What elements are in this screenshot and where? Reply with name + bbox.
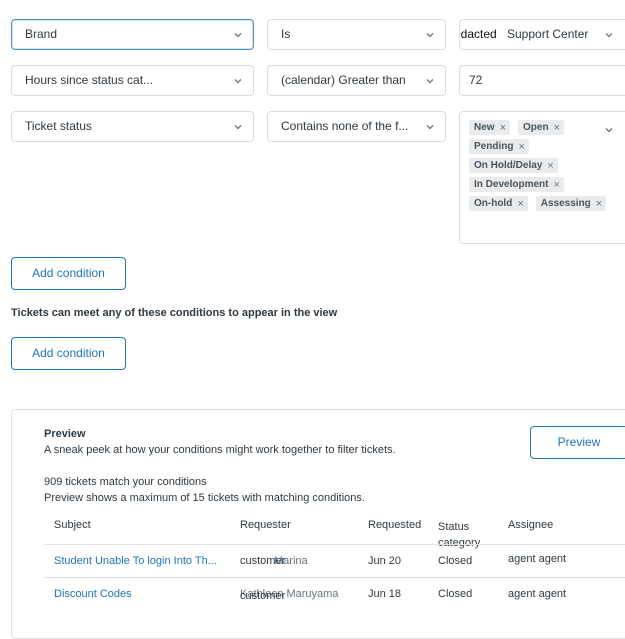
value-prefix: redacted bbox=[460, 27, 497, 41]
tag-pending: Pending × bbox=[469, 139, 529, 154]
remove-tag-icon[interactable]: × bbox=[517, 198, 523, 210]
tag-assessing: Assessing × bbox=[535, 196, 607, 211]
chevron-down-icon bbox=[604, 30, 614, 40]
condition-2-operator-select[interactable]: (calendar) Greater than bbox=[267, 65, 446, 96]
col-requester[interactable]: Requester bbox=[240, 519, 291, 531]
condition-2-operator-value: (calendar) Greater than bbox=[281, 73, 406, 87]
condition-1-value: Support Center bbox=[507, 27, 589, 41]
col-status-category[interactable]: Status category bbox=[438, 519, 498, 551]
any-conditions-heading: Tickets can meet any of these conditions… bbox=[11, 307, 338, 319]
header-divider bbox=[44, 544, 625, 545]
tag-on-hold-delay: On Hold/Delay × bbox=[469, 158, 558, 173]
condition-3-operator-value: Contains none of the f... bbox=[281, 119, 409, 133]
col-subject[interactable]: Subject bbox=[54, 519, 91, 531]
condition-1-operator-value: Is bbox=[281, 27, 291, 41]
condition-1-field-value: Brand bbox=[25, 27, 58, 41]
preview-button[interactable]: Preview bbox=[530, 426, 625, 459]
condition-2-value: 72 bbox=[469, 73, 483, 87]
row-1-subject[interactable]: Student Unable To login Into Th... bbox=[54, 555, 217, 567]
tag-open: Open × bbox=[518, 120, 564, 135]
row-divider bbox=[44, 577, 625, 578]
status-tags: New × Open × Pending × On Hold/Delay × In De… bbox=[469, 120, 619, 215]
condition-2-value-input[interactable]: 72 bbox=[459, 65, 625, 96]
chevron-down-icon bbox=[425, 76, 435, 86]
row-1-requested: Jun 20 bbox=[368, 555, 402, 567]
condition-3-operator-select[interactable]: Contains none of the f... bbox=[267, 111, 446, 142]
tag-new: New × bbox=[469, 120, 510, 135]
row-2-requester: customer bbox=[240, 590, 286, 602]
preview-title: Preview bbox=[44, 428, 86, 440]
remove-tag-icon[interactable]: × bbox=[554, 122, 560, 134]
condition-3-value-multiselect[interactable]: New × Open × Pending × On Hold/Delay × In De… bbox=[459, 111, 625, 244]
chevron-down-icon bbox=[233, 30, 243, 40]
row-1-status: Closed bbox=[438, 555, 473, 567]
chevron-down-icon bbox=[233, 122, 243, 132]
remove-tag-icon[interactable]: × bbox=[500, 122, 506, 134]
chevron-down-icon bbox=[425, 30, 435, 40]
condition-1-operator-select[interactable]: Is bbox=[267, 19, 446, 50]
tag-in-development: In Development × bbox=[469, 177, 564, 192]
col-assignee[interactable]: Assignee bbox=[508, 519, 553, 531]
add-condition-all-button[interactable]: Add condition bbox=[11, 257, 126, 290]
remove-tag-icon[interactable]: × bbox=[518, 141, 524, 153]
condition-1-field-select[interactable]: Brand bbox=[11, 19, 254, 50]
col-requested[interactable]: Requested bbox=[368, 519, 421, 531]
row-2-assignee: agent agent bbox=[508, 588, 567, 600]
preview-subtitle: A sneak peek at how your conditions migh… bbox=[44, 444, 396, 456]
condition-2-field-select[interactable]: Hours since status cat... bbox=[11, 65, 254, 96]
row-2-status: Closed bbox=[438, 588, 473, 600]
remove-tag-icon[interactable]: × bbox=[596, 198, 602, 210]
remove-tag-icon[interactable]: × bbox=[553, 179, 559, 191]
chevron-down-icon bbox=[425, 122, 435, 132]
row-2-subject[interactable]: Discount Codes bbox=[54, 588, 132, 600]
chevron-down-icon bbox=[604, 125, 614, 135]
row-1-assignee: agent agent bbox=[508, 553, 567, 565]
row-2-requested: Jun 18 bbox=[368, 588, 402, 600]
condition-3-field-select[interactable]: Ticket status bbox=[11, 111, 254, 142]
row-1-requester: customer bbox=[240, 555, 286, 567]
add-condition-any-button[interactable]: Add condition bbox=[11, 337, 126, 370]
condition-3-field-value: Ticket status bbox=[25, 119, 92, 133]
chevron-down-icon bbox=[233, 76, 243, 86]
condition-1-value-select[interactable]: redacted Support Center bbox=[459, 19, 625, 50]
condition-2-field-value: Hours since status cat... bbox=[25, 73, 154, 87]
max-note: Preview shows a maximum of 15 tickets wi… bbox=[44, 492, 365, 504]
tag-on-hold: On-hold × bbox=[469, 196, 528, 211]
match-count: 909 tickets match your conditions bbox=[44, 476, 207, 488]
remove-tag-icon[interactable]: × bbox=[547, 160, 553, 172]
